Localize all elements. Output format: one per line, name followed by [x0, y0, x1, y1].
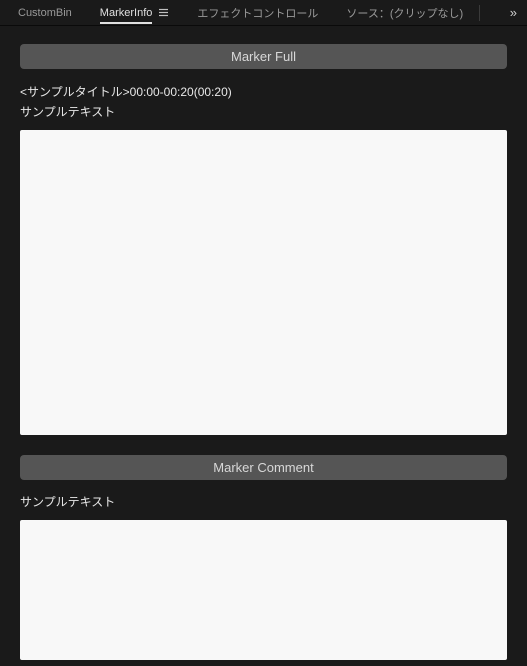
section-header-full: Marker Full	[20, 44, 507, 69]
tab-marker-info[interactable]: MarkerInfo	[86, 0, 184, 25]
marker-full-content-box[interactable]	[20, 130, 507, 435]
tab-source[interactable]: ソース：(クリップなし)	[332, 0, 477, 25]
section-header-comment: Marker Comment	[20, 455, 507, 480]
tab-label: エフェクトコントロール	[197, 5, 318, 21]
hamburger-menu-icon[interactable]	[158, 7, 169, 18]
tab-label: ソース：(クリップなし)	[346, 5, 463, 21]
tab-custom-bin[interactable]: CustomBin	[4, 0, 86, 25]
tab-divider	[479, 5, 480, 21]
tab-effect-controls[interactable]: エフェクトコントロール	[183, 0, 332, 25]
marker-sample-text: サンプルテキスト	[20, 103, 507, 120]
panel-content: Marker Full <サンプルタイトル>00:00-00:20(00:20)…	[0, 26, 527, 660]
tab-bar: CustomBin MarkerInfo エフェクトコントロール ソース：(クリ…	[0, 0, 527, 26]
overflow-chevron-icon[interactable]: »	[502, 0, 523, 25]
marker-title-line: <サンプルタイトル>00:00-00:20(00:20)	[20, 83, 507, 100]
marker-comment-content-box[interactable]	[20, 520, 507, 660]
tab-label: CustomBin	[18, 7, 72, 19]
tab-label: MarkerInfo	[100, 7, 153, 24]
comment-sample-text: サンプルテキスト	[20, 493, 507, 510]
